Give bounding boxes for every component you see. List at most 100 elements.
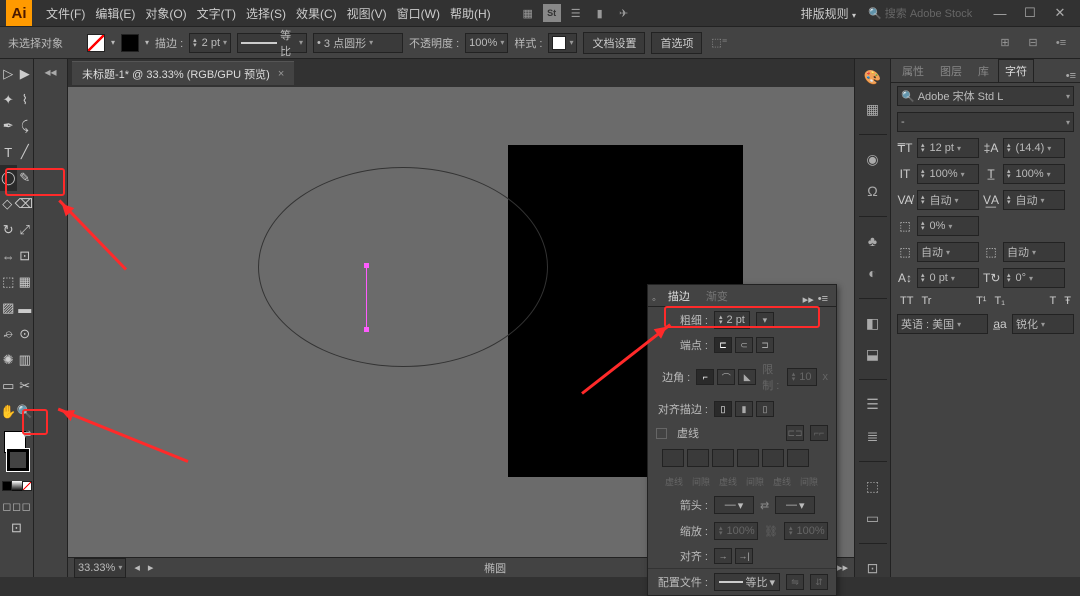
dash-align-2[interactable]: ⌐⌐	[810, 425, 828, 441]
menu-window[interactable]: 窗口(W)	[393, 2, 444, 25]
panel-options-icon[interactable]: •≡	[818, 293, 828, 306]
graph-tool[interactable]: ▥	[17, 347, 34, 373]
stroke-weight-field[interactable]: ▴▾2 pt▾	[189, 33, 231, 53]
menu-edit[interactable]: 编辑(E)	[91, 2, 139, 25]
tab-layers[interactable]: 图层	[933, 59, 969, 82]
color-mode-none[interactable]	[22, 477, 32, 495]
artboard-tool[interactable]: ▭	[0, 373, 17, 399]
collapse-panel-icon[interactable]: ▸▸	[803, 293, 814, 306]
char-rotation-field[interactable]: ▴▾0°▾	[1003, 268, 1065, 288]
minimize-button[interactable]: —	[986, 4, 1014, 22]
dashed-checkbox[interactable]	[656, 428, 667, 439]
draw-normal[interactable]: ◻	[2, 497, 12, 515]
paintbrush-tool[interactable]: ✎	[17, 165, 34, 191]
brushes-panel-icon[interactable]: ◉	[862, 151, 884, 168]
color-mode-gradient[interactable]	[12, 477, 22, 495]
weight-field[interactable]: ▴▾2 pt	[714, 311, 750, 329]
aki-left-field[interactable]: 自动▾	[917, 242, 979, 262]
document-tab[interactable]: 未标题-1* @ 33.33% (RGB/GPU 预览)×	[72, 61, 294, 85]
nav-last-icon[interactable]: ▸▸	[837, 561, 848, 574]
draw-behind[interactable]: ◻	[12, 497, 22, 515]
blend-tool[interactable]: ⊙	[17, 321, 34, 347]
font-style-field[interactable]: -▾	[897, 112, 1074, 132]
close-tab-icon[interactable]: ×	[278, 68, 284, 80]
gap-2[interactable]	[737, 449, 759, 467]
cap-round-button[interactable]: ⊂	[735, 337, 753, 353]
flip-v-icon[interactable]: ⇵	[810, 574, 828, 590]
stroke-profile-field[interactable]: 等比▾	[237, 33, 307, 53]
hscale-field[interactable]: ▴▾100%▾	[1003, 164, 1065, 184]
antialias-field[interactable]: 锐化▾	[1012, 314, 1074, 334]
document-setup-button[interactable]: 文档设置	[583, 32, 645, 54]
type-tool[interactable]: T	[0, 139, 17, 165]
shape-builder-tool[interactable]: ⬚	[0, 269, 17, 295]
nav-prev-icon[interactable]: ◂	[134, 561, 140, 574]
vscale-field[interactable]: ▴▾100%▾	[917, 164, 979, 184]
asset-export-icon[interactable]: ⬚	[862, 478, 884, 495]
preferences-button[interactable]: 首选项	[651, 32, 702, 54]
lasso-tool[interactable]: ⌇	[17, 87, 34, 113]
align-panel-icon[interactable]: ⬚⁼	[710, 34, 728, 52]
graphic-styles-icon[interactable]: ☰	[862, 396, 884, 413]
subscript-button[interactable]: T₁	[991, 294, 1007, 308]
join-round-button[interactable]: ⌒	[717, 369, 735, 385]
arrow-start-field[interactable]: —▾	[714, 496, 754, 514]
gpu-icon[interactable]: ▮	[591, 4, 609, 22]
stroke-swatch[interactable]	[121, 34, 139, 52]
collapse-icon[interactable]: ◂◂	[38, 61, 64, 83]
artboards-panel-icon[interactable]: ▭	[862, 509, 884, 526]
tab-gradient[interactable]: 渐变	[698, 286, 736, 306]
menu-object[interactable]: 对象(O)	[141, 2, 190, 25]
gradient-panel-icon[interactable]: ◐	[862, 264, 884, 281]
transparency-panel-icon[interactable]: ◧	[862, 314, 884, 331]
layers-panel-icon[interactable]: ≣	[862, 428, 884, 445]
maximize-button[interactable]: ☐	[1016, 4, 1044, 22]
underline-button[interactable]: T	[1047, 294, 1060, 308]
bridge-icon[interactable]: ▦	[519, 4, 537, 22]
all-caps-button[interactable]: TT	[897, 294, 916, 308]
direct-selection-tool[interactable]: ▶	[17, 61, 34, 87]
profile-field[interactable]: 等比▾	[714, 573, 780, 591]
arrow-scale-end[interactable]: ▴▾100%	[784, 522, 828, 540]
tab-properties[interactable]: 属性	[895, 59, 931, 82]
menu-view[interactable]: 视图(V)	[343, 2, 391, 25]
appearance-panel-icon[interactable]: ⬓	[862, 346, 884, 363]
panel-icon-1[interactable]: ⊞	[996, 34, 1014, 52]
stock-icon[interactable]: St	[543, 4, 561, 22]
menu-file[interactable]: 文件(F)	[42, 2, 89, 25]
arrow-align-1[interactable]: →	[714, 548, 732, 564]
weight-dropdown[interactable]: ▾	[756, 312, 774, 328]
style-field[interactable]: ▾	[548, 33, 577, 53]
ellipse-shape[interactable]	[258, 167, 548, 367]
swatches-panel-icon[interactable]: ▦	[862, 100, 884, 117]
arrange-icon[interactable]: ☰	[567, 4, 585, 22]
hand-tool[interactable]: ✋	[0, 399, 17, 425]
opacity-field[interactable]: 100%▾	[465, 33, 508, 53]
strikethrough-button[interactable]: Ŧ	[1061, 294, 1074, 308]
free-transform-tool[interactable]: ⊡	[17, 243, 34, 269]
workspace-switcher[interactable]: 排版规则 ▾	[795, 3, 862, 24]
leading-field[interactable]: ▴▾(14.4)▾	[1003, 138, 1065, 158]
fill-swatch[interactable]	[87, 34, 105, 52]
symbols-panel-icon[interactable]: Ω	[862, 182, 884, 199]
arrow-align-2[interactable]: →|	[735, 548, 753, 564]
cap-projecting-button[interactable]: ⊐	[756, 337, 774, 353]
menu-help[interactable]: 帮助(H)	[446, 2, 495, 25]
aki-right-field[interactable]: 自动▾	[1003, 242, 1065, 262]
fill-stroke-control[interactable]: ⇄	[4, 431, 29, 471]
close-button[interactable]: ✕	[1046, 4, 1074, 22]
baseline-shift-field[interactable]: ▴▾0 pt▾	[917, 268, 979, 288]
kerning-field[interactable]: ▴▾自动▾	[917, 190, 979, 210]
menu-select[interactable]: 选择(S)	[242, 2, 290, 25]
tab-stroke[interactable]: 描边	[660, 286, 698, 306]
swap-arrows-icon[interactable]: ⇄	[760, 499, 769, 512]
draw-inside[interactable]: ◻	[21, 497, 31, 515]
stroke-color[interactable]	[7, 449, 29, 471]
perspective-tool[interactable]: ▦	[17, 269, 34, 295]
width-tool[interactable]: ⇔	[0, 243, 17, 269]
brush-field[interactable]: • 3 点圆形▾	[313, 33, 403, 53]
color-mode-solid[interactable]	[2, 477, 12, 495]
eyedropper-tool[interactable]: ⌮	[0, 321, 17, 347]
dash-align-1[interactable]: ⊏⊐	[786, 425, 804, 441]
miter-limit-field[interactable]: ▴▾10	[787, 368, 817, 386]
